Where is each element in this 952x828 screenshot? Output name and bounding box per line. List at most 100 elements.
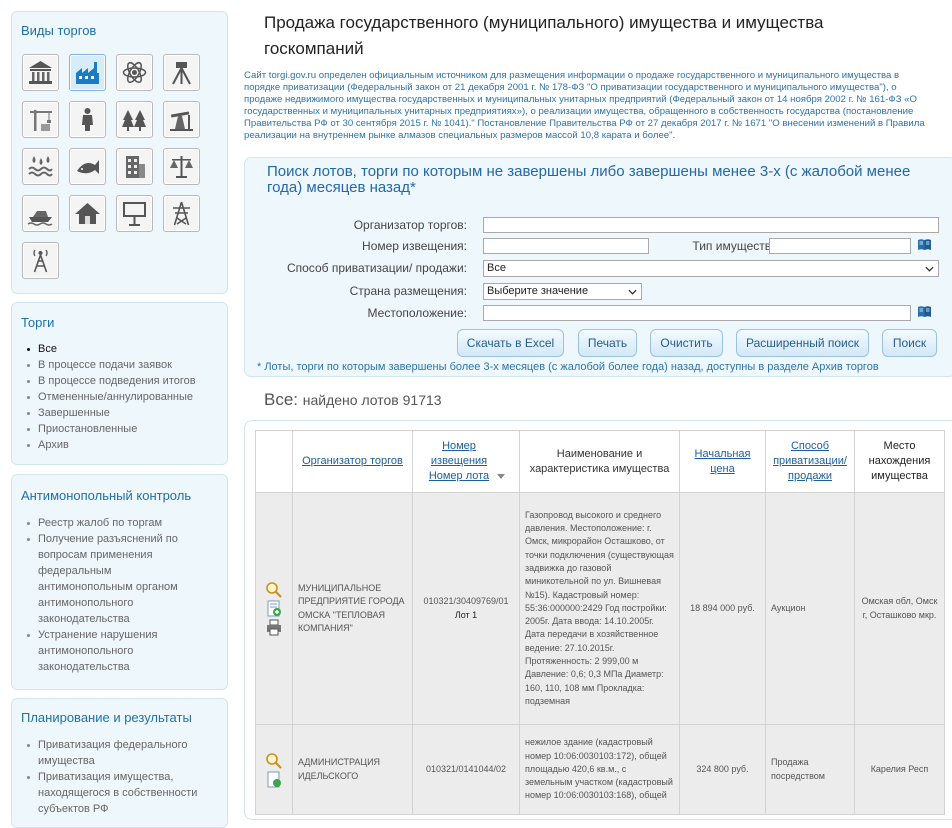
results-prefix: Все: <box>264 390 299 409</box>
trade-type-justice[interactable] <box>163 148 200 185</box>
description-column-header: Наименование и характеристика имущества <box>519 430 680 493</box>
trade-type-water[interactable] <box>22 148 59 185</box>
trades-item-all[interactable]: Все <box>26 341 196 357</box>
antimonopoly-list: Реестр жалоб по торгам Получение разъясн… <box>26 515 196 675</box>
results-count: найдено лотов 91713 <box>302 392 442 408</box>
trade-type-power-line[interactable] <box>163 195 200 232</box>
search-form: Поиск лотов, торги по которым не заверше… <box>244 157 952 377</box>
chevron-down-icon <box>628 289 637 295</box>
notice-number-input[interactable] <box>483 238 649 254</box>
trades-item-archive[interactable]: Архив <box>26 437 196 453</box>
boat-icon <box>27 211 53 226</box>
trades-item-completed[interactable]: Завершенные <box>26 405 196 421</box>
trades-item-cancelled[interactable]: Отмененные/аннулированные <box>26 389 196 405</box>
row-price: 324 800 руб. <box>679 724 766 815</box>
clear-button[interactable]: Очистить <box>650 329 723 357</box>
trade-type-office[interactable] <box>116 148 153 185</box>
trades-item-accepting[interactable]: В процессе подачи заявок <box>26 357 196 373</box>
add-to-favorites-icon[interactable] <box>265 600 283 617</box>
price-sort-link[interactable]: Начальная цена <box>695 448 751 475</box>
number-sort-link[interactable]: Номер извещения Номер лота <box>427 439 491 484</box>
table-row[interactable]: АДМИНИСТРАЦИЯ ИДЕЛЬСКОГО 010321/0141044/… <box>255 724 945 815</box>
trade-type-oil[interactable] <box>163 101 200 138</box>
antimonopoly-item-complaints[interactable]: Реестр жалоб по торгам <box>26 515 196 531</box>
organizer-input[interactable] <box>483 217 939 233</box>
location-picker-icon[interactable] <box>917 305 932 318</box>
trade-type-billboard[interactable] <box>116 195 153 232</box>
oil-pump-icon <box>170 111 193 131</box>
planning-item-regional[interactable]: Приватизация имущества, находящегося в с… <box>26 769 201 817</box>
notice-number-label: Номер извещения: <box>362 239 467 253</box>
trade-type-radio-tower[interactable] <box>22 242 59 279</box>
trades-item-suspended[interactable]: Приостановленные <box>26 421 196 437</box>
print-icon[interactable] <box>265 619 283 636</box>
row-method: Продажа посредством <box>765 724 855 815</box>
row-number: 010321/0141044/02 <box>412 724 520 815</box>
country-value: Выберите значение <box>487 285 589 297</box>
trade-type-atom[interactable] <box>116 54 153 91</box>
trade-type-forest[interactable] <box>116 101 153 138</box>
billboard-icon <box>123 202 146 226</box>
trade-type-fish[interactable] <box>69 148 106 185</box>
sidebar: Виды торгов Торги Все В процессе подачи … <box>0 0 238 828</box>
sort-desc-icon[interactable] <box>497 473 505 479</box>
method-column-header[interactable]: Способ приватизации/ продажи <box>765 430 855 493</box>
antimonopoly-item-clarifications[interactable]: Получение разъяснений по вопросам примен… <box>26 531 196 627</box>
trade-type-boat[interactable] <box>22 195 59 232</box>
number-column-header[interactable]: Номер извещения Номер лота <box>412 430 520 493</box>
trade-type-government-building[interactable] <box>22 54 59 91</box>
row-actions <box>255 724 293 815</box>
trades-item-summing-up[interactable]: В процессе подведения итогов <box>26 373 196 389</box>
trade-type-construction[interactable] <box>22 101 59 138</box>
antimonopoly-title: Антимонопольный контроль <box>21 488 192 503</box>
table-row[interactable]: МУНИЦИПАЛЬНОЕ ПРЕДПРИЯТИЕ ГОРОДА ОМСКА "… <box>255 492 945 725</box>
place-column-header: Место нахождения имущества <box>854 430 945 493</box>
organizer-column-header[interactable]: Организатор торгов <box>292 430 413 493</box>
advanced-search-button[interactable]: Расширенный поиск <box>736 329 869 357</box>
trade-type-house[interactable] <box>69 195 106 232</box>
trade-type-surveying[interactable] <box>163 54 200 91</box>
antimonopoly-panel: Антимонопольный контроль Реестр жалоб по… <box>11 474 228 690</box>
atom-icon <box>122 61 147 84</box>
print-button[interactable]: Печать <box>578 329 637 357</box>
surveying-instrument-icon <box>172 62 191 85</box>
price-column-header[interactable]: Начальная цена <box>679 430 766 493</box>
search-button[interactable]: Поиск <box>882 329 937 357</box>
planning-item-federal[interactable]: Приватизация федерального имущества <box>26 737 201 769</box>
trades-title: Торги <box>21 315 55 330</box>
organizer-sort-link[interactable]: Организатор торгов <box>302 455 403 467</box>
antimonopoly-item-violations[interactable]: Устранение нарушения антимонопольного за… <box>26 627 196 675</box>
results-panel: Организатор торгов Номер извещения Номер… <box>244 420 952 820</box>
chevron-down-icon <box>925 266 934 272</box>
search-title: Поиск лотов, торги по которым не заверше… <box>267 163 911 196</box>
view-magnifier-icon[interactable] <box>265 752 283 769</box>
results-heading: Все: найдено лотов 91713 <box>264 390 442 410</box>
property-type-input[interactable] <box>769 238 911 254</box>
person-monument-icon <box>82 108 93 131</box>
row-notice-number: 010321/30409769/01 <box>423 596 509 607</box>
trade-type-monument[interactable] <box>69 101 106 138</box>
water-icon <box>28 156 53 177</box>
country-label: Страна размещения: <box>349 284 467 298</box>
trade-type-factory[interactable] <box>69 54 106 91</box>
main-content: Продажа государственного (муниципального… <box>238 0 952 820</box>
download-excel-button[interactable]: Скачать в Excel <box>457 329 564 357</box>
privatization-method-select[interactable]: Все <box>483 260 939 277</box>
method-sort-link[interactable]: Способ приватизации/ продажи <box>773 440 847 482</box>
power-line-icon <box>173 201 190 226</box>
property-type-picker-icon[interactable] <box>917 238 932 251</box>
actions-column-header <box>255 430 293 493</box>
country-select[interactable]: Выберите значение <box>483 283 642 300</box>
location-input[interactable] <box>483 305 911 321</box>
row-notice-number: 010321/0141044/02 <box>425 763 507 774</box>
view-magnifier-icon[interactable] <box>265 581 283 598</box>
trade-types-panel: Виды торгов <box>11 11 228 294</box>
row-lot-number: Лот 1 <box>454 609 478 620</box>
add-to-favorites-icon[interactable] <box>265 771 283 788</box>
archive-note: * Лоты, торги по которым завершены более… <box>257 361 879 373</box>
row-place: Карелия Респ <box>854 724 945 815</box>
intro-text: Сайт torgi.gov.ru определен официальным … <box>244 70 925 142</box>
table-header-row: Организатор торгов Номер извещения Номер… <box>255 430 945 493</box>
row-price: 18 894 000 руб. <box>679 492 766 725</box>
trade-types-title: Виды торгов <box>21 23 97 38</box>
